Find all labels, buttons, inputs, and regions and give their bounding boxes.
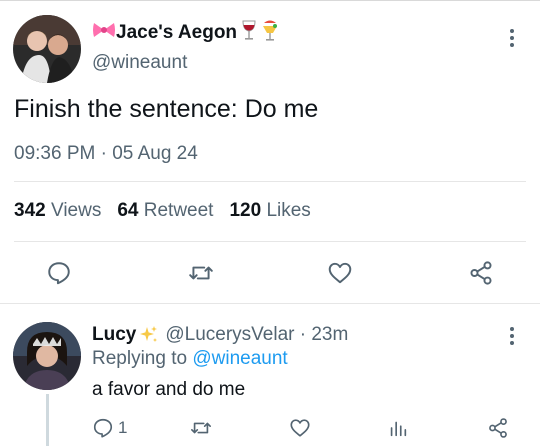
- reply-author-avatar[interactable]: [13, 322, 81, 390]
- author-avatar[interactable]: [13, 15, 81, 83]
- sparkles-icon: [139, 325, 159, 345]
- share-icon: [489, 418, 507, 438]
- reply-icon: [48, 262, 70, 285]
- author-display-name[interactable]: Jace's Aegon: [92, 18, 279, 48]
- reply-handle-time[interactable]: @LucerysVelar · 23m: [165, 324, 348, 346]
- divider: [14, 241, 526, 242]
- like-icon: [290, 419, 310, 437]
- author-name-text: Jace's Aegon: [116, 22, 238, 43]
- reply-text: a favor and do me: [92, 379, 246, 400]
- replying-to: Replying to @wineaunt: [92, 348, 288, 369]
- retweet-icon: [189, 266, 213, 280]
- reply-reply-button[interactable]: 1: [92, 414, 127, 442]
- author-handle[interactable]: @wineaunt: [92, 52, 187, 74]
- reply-views-button[interactable]: [387, 414, 409, 442]
- tweet-stats: 342 Views 64 Retweet 120 Likes: [14, 200, 311, 222]
- retweet-icon: [191, 422, 211, 434]
- views-icon: [390, 421, 407, 437]
- replying-to-link[interactable]: @wineaunt: [192, 348, 287, 369]
- divider: [14, 181, 526, 182]
- reply-icon: [93, 418, 113, 438]
- tropical-drink-icon: [261, 18, 279, 48]
- views-stat[interactable]: 342 Views: [14, 200, 101, 222]
- reply-header: Lucy @LucerysVelar · 23m: [92, 324, 348, 346]
- bow-icon: [92, 20, 116, 46]
- reply-author-name[interactable]: Lucy: [92, 324, 136, 346]
- tweet-text: Finish the sentence: Do me: [14, 95, 319, 123]
- section-divider: [0, 303, 540, 304]
- share-button[interactable]: [466, 258, 496, 288]
- more-options-icon[interactable]: [507, 28, 517, 48]
- wine-glass-icon: [241, 19, 257, 47]
- top-border: [0, 0, 540, 1]
- thread-line: [46, 394, 49, 446]
- reply-count: 1: [118, 418, 128, 437]
- reply-button[interactable]: [44, 258, 74, 288]
- reply-share-button[interactable]: [487, 414, 509, 442]
- share-icon: [470, 261, 492, 285]
- like-button[interactable]: [325, 258, 355, 288]
- like-icon: [328, 262, 352, 284]
- reply-like-button[interactable]: [288, 414, 312, 442]
- likes-stat[interactable]: 120 Likes: [229, 200, 310, 222]
- reply-more-options-icon[interactable]: [507, 326, 517, 346]
- retweets-stat[interactable]: 64 Retweet: [117, 200, 213, 222]
- retweet-button[interactable]: [186, 258, 216, 288]
- tweet-timestamp[interactable]: 09:36 PM · 05 Aug 24: [14, 143, 198, 165]
- reply-retweet-button[interactable]: [189, 414, 213, 442]
